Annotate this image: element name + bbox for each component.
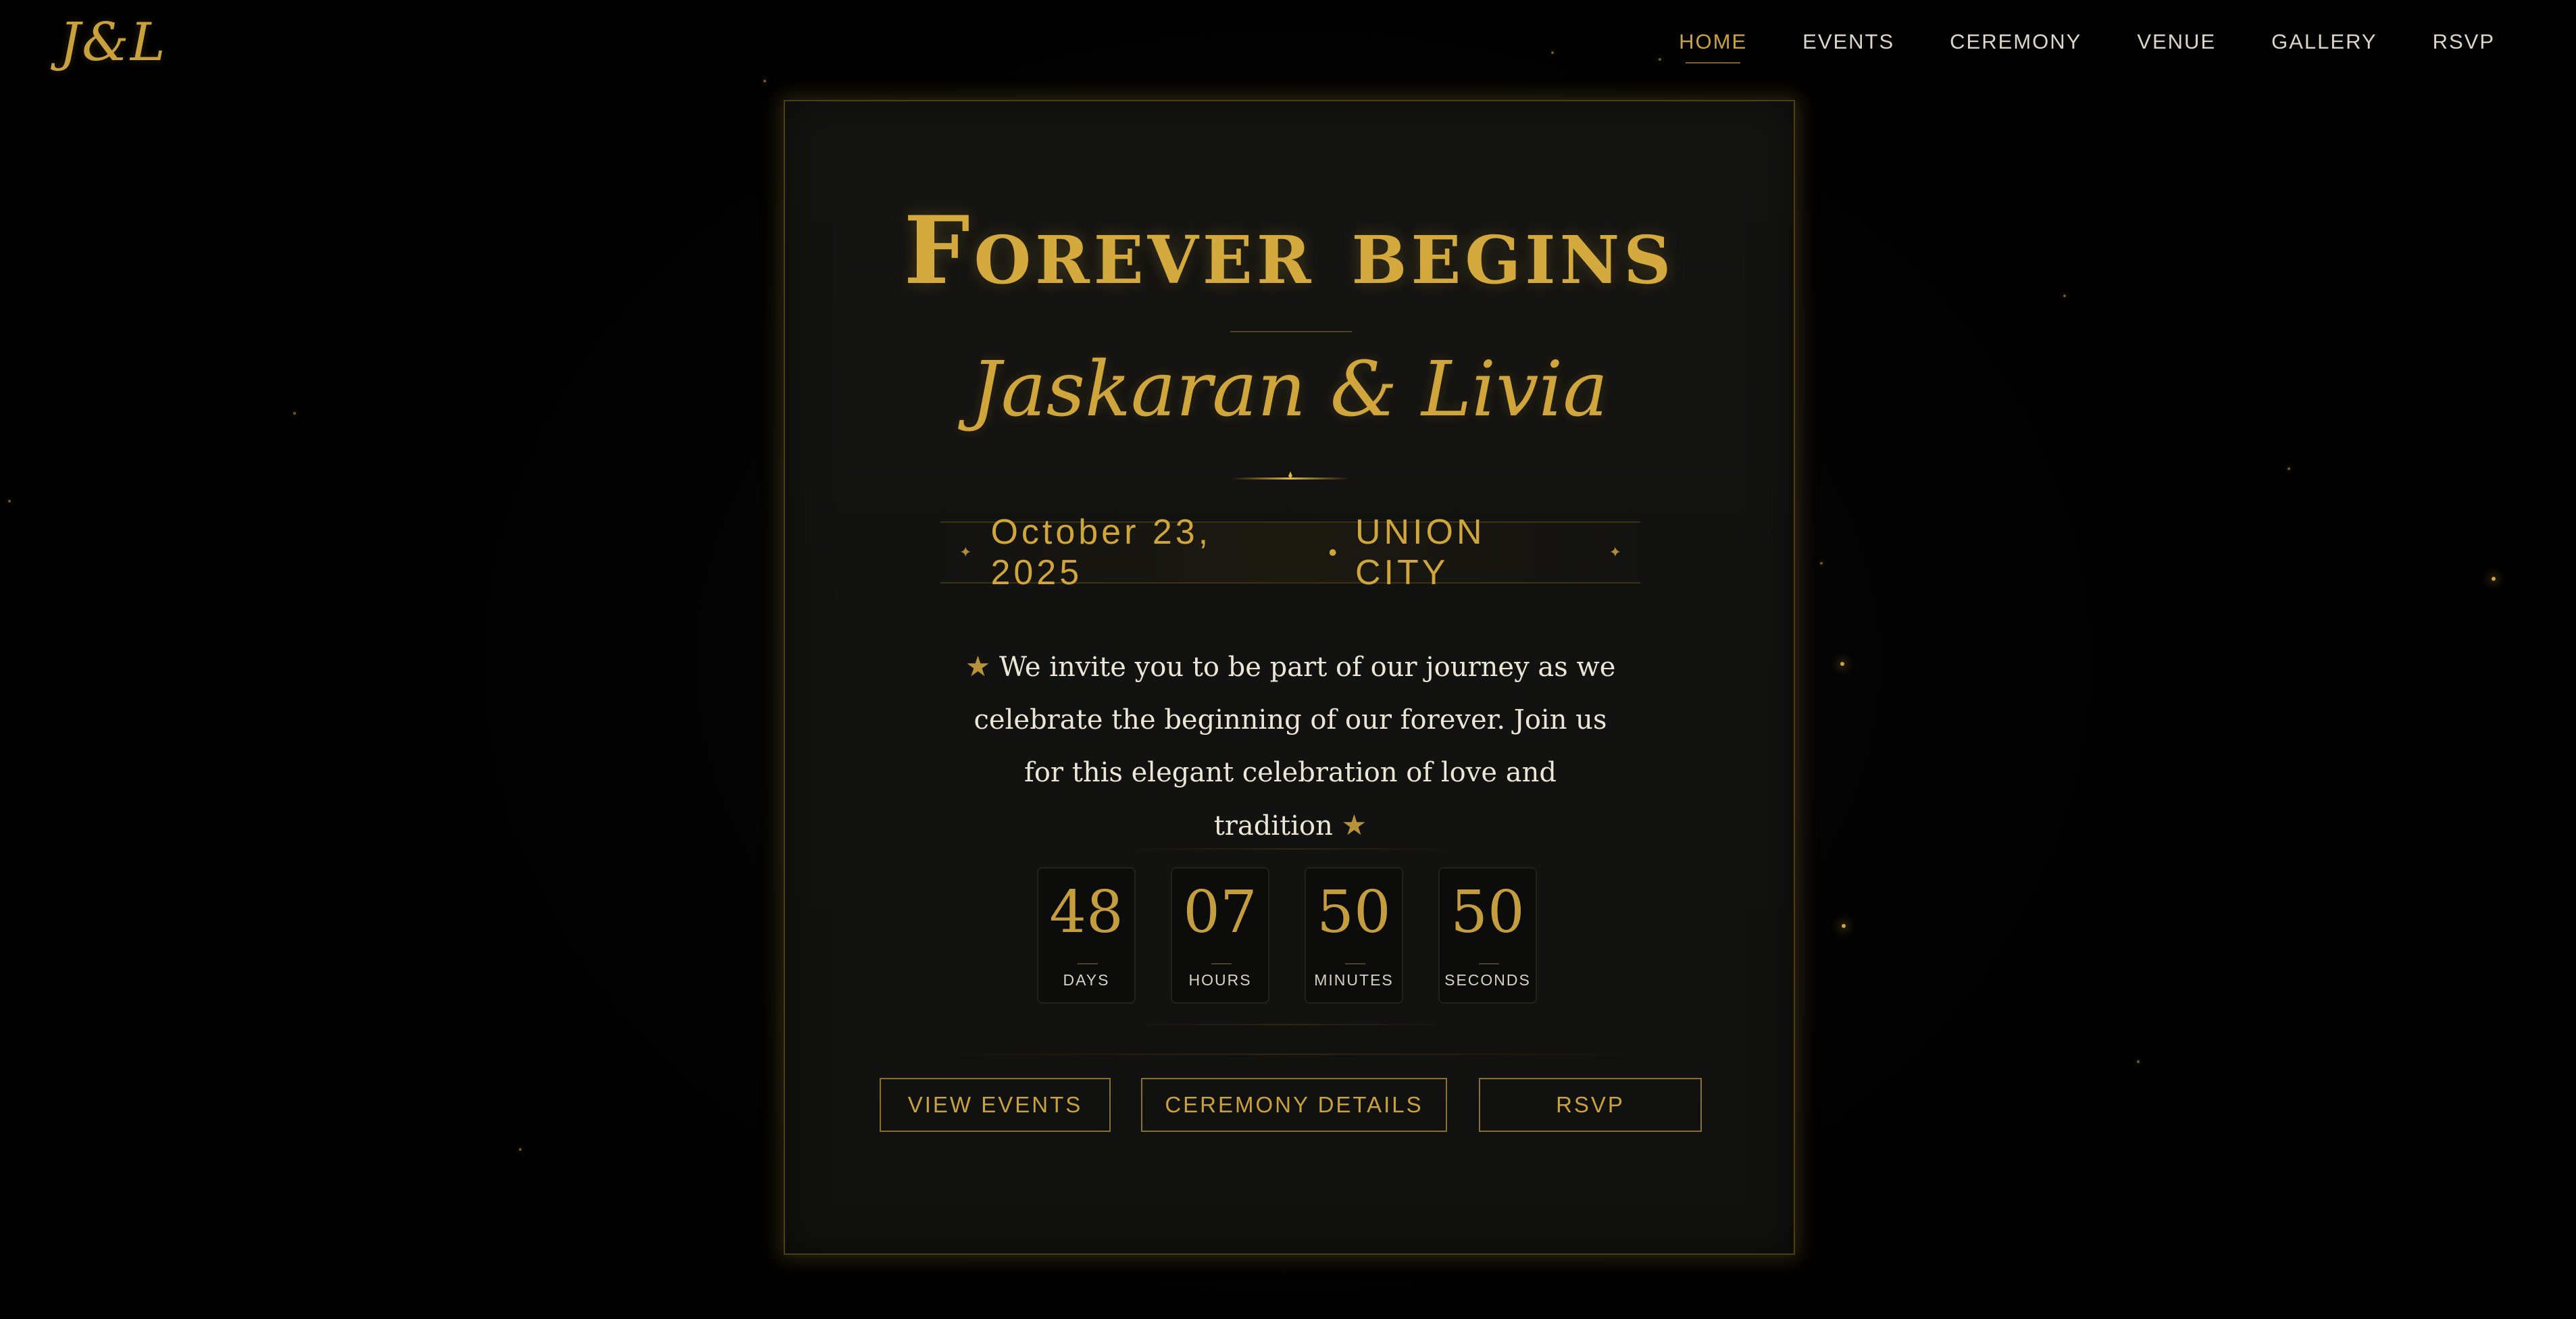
sparkle-decoration (763, 80, 766, 82)
nav-item-gallery[interactable]: GALLERY (2271, 30, 2377, 59)
countdown-top-divider (1121, 848, 1459, 850)
sparkle-decoration (1820, 562, 1823, 565)
invitation-message: We invite you to be part of our journey … (974, 652, 1616, 842)
countdown-divider (1345, 963, 1365, 964)
hero-card: Forever begins Jaskaran & Livia ✦ Octobe… (784, 100, 1795, 1255)
event-date: October 23, 2025 (990, 513, 1212, 592)
invitation-text: ★ We invite you to be part of our journe… (961, 640, 1620, 852)
sparkle-decoration (2137, 1060, 2140, 1063)
rsvp-button[interactable]: RSVP (1479, 1078, 1702, 1132)
countdown-label: HOURS (1188, 971, 1252, 989)
countdown-hours: 07 HOURS (1171, 867, 1269, 1004)
sparkle-icon: ✦ (959, 544, 972, 561)
ornament-divider-icon (1231, 471, 1350, 480)
countdown-divider (1078, 963, 1098, 964)
countdown-label: DAYS (1063, 971, 1110, 989)
couple-names: Jaskaran & Livia (970, 346, 1609, 434)
countdown-label: SECONDS (1444, 971, 1531, 989)
sparkle-decoration (2492, 577, 2496, 581)
nav-item-rsvp[interactable]: RSVP (2433, 30, 2495, 59)
view-events-button[interactable]: VIEW EVENTS (880, 1078, 1111, 1132)
countdown-value: 48 (1049, 879, 1123, 946)
countdown-divider (1211, 963, 1232, 964)
countdown-bottom-divider (1121, 1024, 1459, 1025)
countdown-minutes: 50 MINUTES (1305, 867, 1403, 1004)
title-divider (1230, 331, 1352, 332)
sparkle-decoration (8, 500, 11, 502)
countdown-days: 48 DAYS (1037, 867, 1136, 1004)
sparkle-decoration (2063, 294, 2066, 297)
sparkle-decoration (2288, 467, 2290, 470)
countdown-label: MINUTES (1314, 971, 1394, 989)
buttons-divider (920, 1054, 1661, 1055)
star-icon: ★ (1341, 808, 1367, 842)
countdown-value: 50 (1450, 879, 1525, 946)
sparkle-decoration (1551, 51, 1554, 54)
hero-title: Forever begins (903, 195, 1675, 305)
nav-item-home[interactable]: HOME (1679, 30, 1747, 63)
nav-item-ceremony[interactable]: CEREMONY (1950, 30, 2081, 59)
main-nav: HOME EVENTS CEREMONY VENUE GALLERY RSVP (1623, 30, 2495, 63)
countdown-divider (1479, 963, 1499, 964)
sparkle-decoration (1840, 662, 1844, 666)
countdown-value: 07 (1183, 879, 1257, 946)
monogram-logo[interactable]: J&L (59, 12, 167, 73)
nav-item-venue[interactable]: VENUE (2137, 30, 2216, 59)
sparkle-icon: ✦ (1609, 544, 1621, 561)
date-separator: • (1328, 538, 1340, 566)
sparkle-decoration (293, 412, 296, 415)
sparkle-decoration (519, 1148, 522, 1151)
sparkle-decoration (1842, 924, 1846, 928)
event-location: UNION CITY (1355, 513, 1486, 592)
countdown-seconds: 50 SECONDS (1438, 867, 1537, 1004)
countdown-timer: 48 DAYS 07 HOURS 50 MINUTES 50 SECONDS (1037, 867, 1537, 1004)
nav-item-events[interactable]: EVENTS (1802, 30, 1894, 59)
date-location-band: ✦ October 23, 2025 • UNION CITY ✦ (940, 513, 1640, 592)
star-icon: ★ (965, 650, 991, 683)
ceremony-details-button[interactable]: CEREMONY DETAILS (1141, 1078, 1447, 1132)
countdown-value: 50 (1317, 879, 1391, 946)
